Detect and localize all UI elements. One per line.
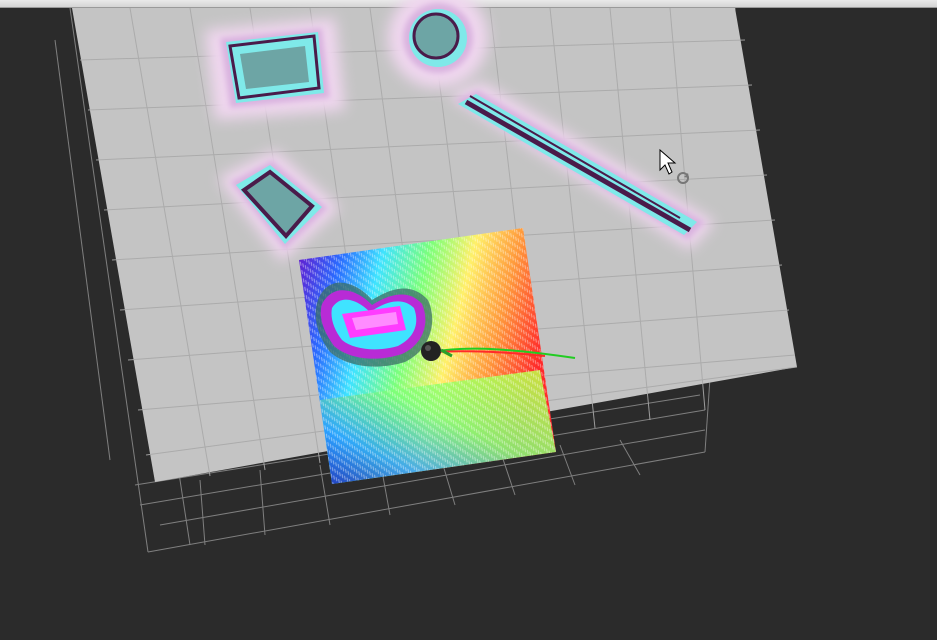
scene-svg xyxy=(54,0,798,553)
obstacle-box-1 xyxy=(205,18,345,120)
rviz-3d-viewport[interactable] xyxy=(0,0,937,640)
